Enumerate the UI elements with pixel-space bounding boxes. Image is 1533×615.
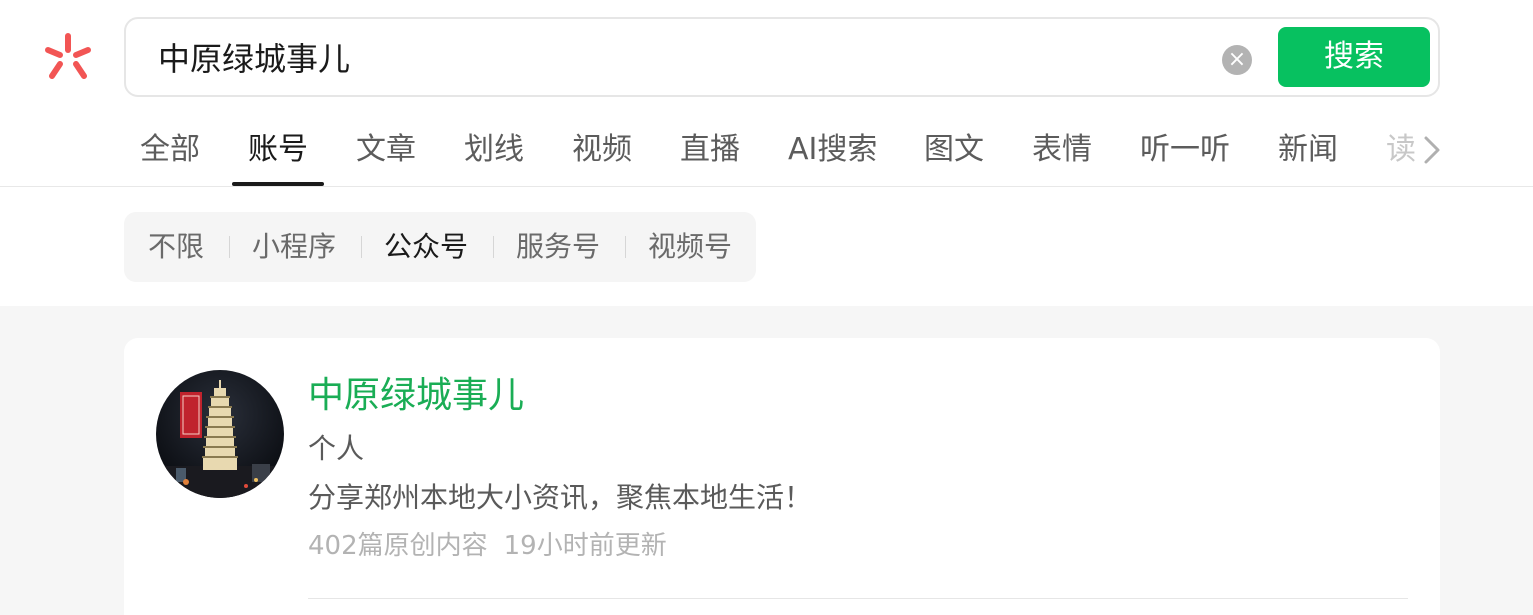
filter-separator [493,236,494,258]
filter-all[interactable]: 不限 [148,226,204,268]
account-result-card[interactable]: 中原绿城事儿 个人 分享郑州本地大小资讯，聚焦本地生活！ 402篇原创内容 19小… [124,338,1440,615]
search-button[interactable]: 搜索 [1278,27,1430,87]
tab-videos[interactable]: 视频 [572,128,632,172]
filter-separator [229,236,230,258]
filter-separator [625,236,626,258]
tab-accounts[interactable]: 账号 [248,128,308,172]
tabs-divider [0,186,1533,187]
tab-ai-search[interactable]: AI搜索 [788,128,877,172]
account-type-filter: 不限 小程序 公众号 服务号 视频号 [124,212,756,282]
tab-all[interactable]: 全部 [140,128,200,172]
account-type-label: 个人 [308,432,365,465]
tab-live[interactable]: 直播 [680,128,740,172]
top-bar: 中原绿城事儿 × 搜索 全部 账号 文章 划线 视频 直播 AI搜索 图文 表情… [0,0,1533,186]
tab-read-partial[interactable]: 读 [1386,128,1418,172]
account-name-link[interactable]: 中原绿城事儿 [308,372,524,420]
tab-image-text[interactable]: 图文 [924,128,984,172]
tab-stickers[interactable]: 表情 [1032,128,1092,172]
filter-mini-program[interactable]: 小程序 [252,226,336,268]
category-tabs: 全部 账号 文章 划线 视频 直播 AI搜索 图文 表情 听一听 新闻 读 [0,120,1533,186]
chevron-right-icon[interactable] [1420,134,1444,166]
card-divider [308,598,1408,599]
tower-photo-avatar-icon[interactable] [156,370,284,498]
search-logo-icon[interactable] [40,30,96,86]
tab-listen[interactable]: 听一听 [1140,128,1230,172]
search-box[interactable]: 中原绿城事儿 × 搜索 [124,17,1440,97]
search-input[interactable]: 中原绿城事儿 [158,39,350,79]
tab-articles[interactable]: 文章 [356,128,416,172]
account-description: 分享郑州本地大小资讯，聚焦本地生活！ [308,481,813,514]
clear-search-icon[interactable]: × [1222,45,1252,75]
filter-channels[interactable]: 视频号 [648,226,732,268]
account-meta: 402篇原创内容 19小时前更新 [308,526,667,566]
updated-time: 19小时前更新 [503,531,667,561]
tab-news[interactable]: 新闻 [1278,128,1338,172]
original-count: 402篇原创内容 [308,531,488,561]
filter-separator [361,236,362,258]
tab-highlights[interactable]: 划线 [464,128,524,172]
filter-official-account[interactable]: 公众号 [384,226,468,268]
filter-service-account[interactable]: 服务号 [516,226,600,268]
